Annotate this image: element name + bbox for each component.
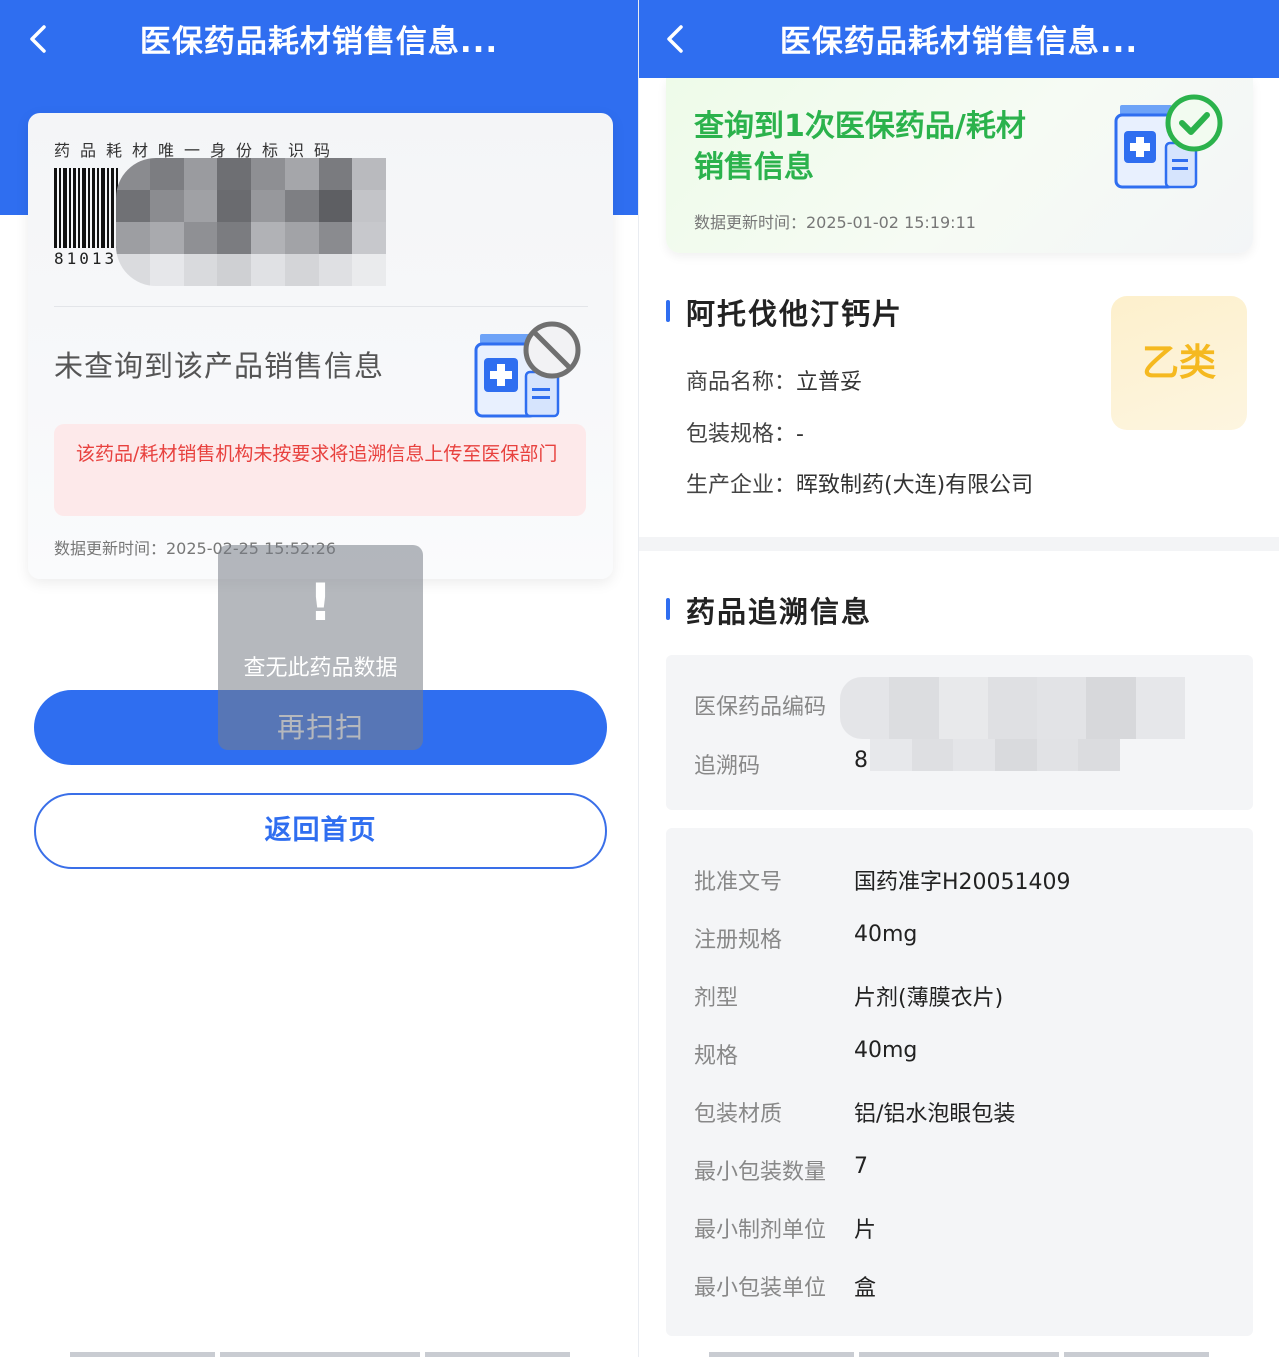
- error-alert: 该药品/耗材销售机构未按要求将追溯信息上传至医保部门: [54, 424, 586, 516]
- barcode-image: [54, 168, 118, 248]
- barcode-number: 81013: [54, 249, 118, 268]
- field-value: 盒: [854, 1276, 877, 1301]
- field-label: 最小包装单位: [694, 1276, 827, 1301]
- section-separator: [639, 537, 1279, 551]
- field-value: 片剂(薄膜衣片): [854, 986, 1004, 1011]
- redacted-barcode: [116, 158, 386, 286]
- medicine-verified-icon: [1114, 94, 1223, 189]
- field-label: 剂型: [694, 986, 739, 1011]
- field-label: 追溯码: [694, 754, 761, 779]
- field-label: 注册规格: [694, 928, 783, 953]
- field-label: 最小制剂单位: [694, 1218, 827, 1243]
- field-label: 批准文号: [694, 870, 783, 895]
- field-value: 40mg: [854, 1038, 918, 1063]
- field-label: 包装规格：: [686, 422, 797, 447]
- trace-codes-box: 医保药品编码 X 追溯码 81: [666, 655, 1253, 810]
- brand-name-row: 商品名称：立普妥: [686, 364, 862, 396]
- field-label: 生产企业：: [686, 473, 797, 498]
- nav-indicator: [709, 1352, 1209, 1357]
- field-label: 医保药品编码: [694, 695, 827, 720]
- field-label: 商品名称：: [686, 370, 797, 395]
- drug-name: 阿托伐他汀钙片: [666, 291, 903, 333]
- app-header: 医保药品耗材销售信息...: [639, 0, 1279, 78]
- page-title: 医保药品耗材销售信息...: [779, 24, 1139, 60]
- scan-result-card: 药品耗材唯一身份标识码 81013 未查询到该产品销售信息 该药品/耗材销售机构…: [28, 113, 613, 579]
- field-value: -: [796, 422, 804, 447]
- nav-indicator: [70, 1352, 570, 1357]
- right-screen: 医保药品耗材销售信息... 查询到1次医保药品/耗材销售信息 数据更新时间：20…: [639, 0, 1279, 1357]
- field-label: 最小包装数量: [694, 1160, 827, 1185]
- redacted-value: [870, 739, 1120, 771]
- left-screen: 医保药品耗材销售信息... 药品耗材唯一身份标识码 81013 未查询到该产品销…: [0, 0, 638, 1357]
- page-title: 医保药品耗材销售信息...: [139, 24, 499, 60]
- field-label: 规格: [694, 1044, 739, 1069]
- toast-message: ! 查无此药品数据: [218, 545, 423, 750]
- field-value: 铝/铝水泡眼包装: [854, 1102, 1016, 1127]
- divider: [54, 306, 588, 307]
- field-value: 立普妥: [796, 370, 863, 395]
- field-value: 晖致制药(大连)有限公司: [796, 473, 1034, 498]
- manufacturer-row: 生产企业：晖致制药(大连)有限公司: [686, 467, 1033, 499]
- field-value: 片: [854, 1218, 877, 1243]
- medicine-unavailable-icon: [474, 321, 581, 418]
- query-result-card: 查询到1次医保药品/耗材销售信息 数据更新时间：2025-01-02 15:19…: [666, 78, 1253, 253]
- result-title: 查询到1次医保药品/耗材销售信息: [694, 109, 1026, 185]
- toast-text: 查无此药品数据: [243, 656, 398, 681]
- warning-icon: !: [308, 573, 333, 633]
- field-label: 包装材质: [694, 1102, 783, 1127]
- field-value: 40mg: [854, 922, 918, 947]
- status-text: 未查询到该产品销售信息: [54, 349, 385, 383]
- trace-section-title: 药品追溯信息: [666, 589, 872, 631]
- field-value: 7: [854, 1154, 868, 1179]
- package-spec-row: 包装规格：-: [686, 416, 804, 448]
- drug-details-box: 批准文号 国药准字H20051409 注册规格 40mg 剂型 片剂(薄膜衣片)…: [666, 828, 1253, 1336]
- insurance-class-badge: 乙类: [1111, 296, 1247, 430]
- home-button[interactable]: 返回首页: [34, 793, 607, 869]
- redacted-value: [840, 677, 1185, 739]
- update-time: 数据更新时间：2025-01-02 15:19:11: [694, 213, 976, 232]
- field-value: 国药准字H20051409: [854, 870, 1071, 895]
